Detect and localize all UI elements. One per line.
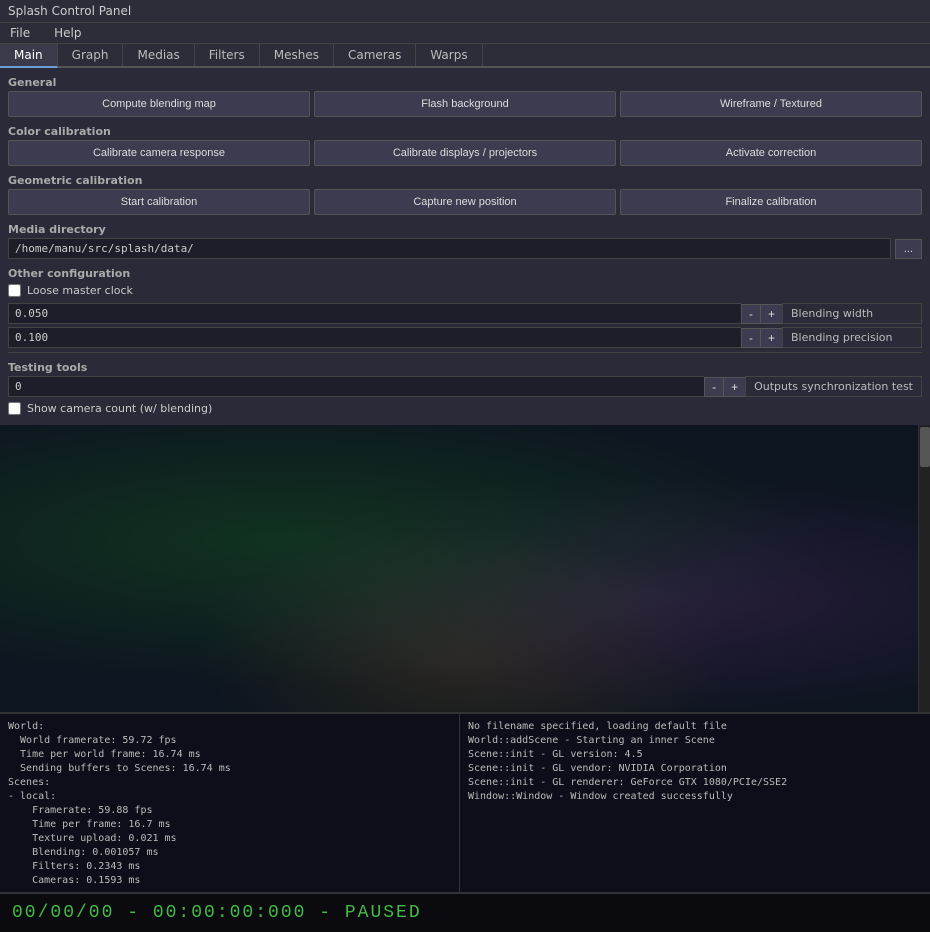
capture-position-button[interactable]: Capture new position xyxy=(314,189,616,215)
compute-blending-button[interactable]: Compute blending map xyxy=(8,91,310,117)
log-right: No filename specified, loading default f… xyxy=(460,714,930,892)
general-buttons: Compute blending map Flash background Wi… xyxy=(8,91,922,117)
blending-width-minus[interactable]: - xyxy=(741,304,760,324)
log-left-line-0: World: xyxy=(8,720,451,734)
show-camera-count-label: Show camera count (w/ blending) xyxy=(27,402,212,415)
blending-precision-row: - + Blending precision xyxy=(8,327,922,348)
log-left-line-8: Texture upload: 0.021 ms xyxy=(8,832,451,846)
log-left-line-1: World framerate: 59.72 fps xyxy=(8,734,451,748)
general-label: General xyxy=(8,72,922,91)
sync-test-plus[interactable]: + xyxy=(723,377,745,397)
browse-button[interactable]: ... xyxy=(895,239,922,259)
color-calibration-buttons: Calibrate camera response Calibrate disp… xyxy=(8,140,922,166)
log-left-line-7: Time per frame: 16.7 ms xyxy=(8,818,451,832)
tab-meshes[interactable]: Meshes xyxy=(260,44,334,66)
loose-master-clock-checkbox[interactable] xyxy=(8,284,21,297)
blending-precision-plus[interactable]: + xyxy=(760,328,782,348)
geometric-calibration-buttons: Start calibration Capture new position F… xyxy=(8,189,922,215)
preview-background xyxy=(0,425,930,712)
preview-area xyxy=(0,425,930,712)
log-left-line-2: Time per world frame: 16.74 ms xyxy=(8,748,451,762)
start-calibration-button[interactable]: Start calibration xyxy=(8,189,310,215)
media-directory-label: Media directory xyxy=(8,219,922,238)
log-left-line-10: Filters: 0.2343 ms xyxy=(8,860,451,874)
finalize-calibration-button[interactable]: Finalize calibration xyxy=(620,189,922,215)
other-config-label: Other configuration xyxy=(8,263,922,282)
title-bar: Splash Control Panel xyxy=(0,0,930,23)
wireframe-textured-button[interactable]: Wireframe / Textured xyxy=(620,91,922,117)
activate-correction-button[interactable]: Activate correction xyxy=(620,140,922,166)
sync-test-label: Outputs synchronization test xyxy=(745,376,922,397)
tab-medias[interactable]: Medias xyxy=(123,44,194,66)
blending-width-row: - + Blending width xyxy=(8,303,922,324)
tab-main[interactable]: Main xyxy=(0,44,58,68)
log-right-line-4: Scene::init - GL renderer: GeForce GTX 1… xyxy=(468,776,922,790)
log-right-line-5: Window::Window - Window created successf… xyxy=(468,790,922,804)
blending-precision-minus[interactable]: - xyxy=(741,328,760,348)
log-right-line-1: World::addScene - Starting an inner Scen… xyxy=(468,734,922,748)
menu-help[interactable]: Help xyxy=(50,25,85,41)
sync-test-minus[interactable]: - xyxy=(704,377,723,397)
log-right-line-2: Scene::init - GL version: 4.5 xyxy=(468,748,922,762)
log-left-line-11: Cameras: 0.1593 ms xyxy=(8,874,451,888)
tab-bar: Main Graph Medias Filters Meshes Cameras… xyxy=(0,44,930,68)
tab-graph[interactable]: Graph xyxy=(58,44,124,66)
log-right-line-0: No filename specified, loading default f… xyxy=(468,720,922,734)
geometric-calibration-label: Geometric calibration xyxy=(8,170,922,189)
blending-precision-input[interactable] xyxy=(8,327,741,348)
color-calibration-label: Color calibration xyxy=(8,121,922,140)
control-panel: General Compute blending map Flash backg… xyxy=(0,68,930,425)
log-left: World: World framerate: 59.72 fps Time p… xyxy=(0,714,460,892)
show-camera-count-checkbox[interactable] xyxy=(8,402,21,415)
tab-cameras[interactable]: Cameras xyxy=(334,44,416,66)
window-title: Splash Control Panel xyxy=(8,4,131,18)
blending-width-input[interactable] xyxy=(8,303,741,324)
blending-width-plus[interactable]: + xyxy=(760,304,782,324)
menu-bar: File Help xyxy=(0,23,930,44)
log-left-line-6: Framerate: 59.88 fps xyxy=(8,804,451,818)
loose-master-clock-row: Loose master clock xyxy=(8,282,922,299)
bottom-panel: World: World framerate: 59.72 fps Time p… xyxy=(0,712,930,892)
media-directory-row: ... xyxy=(8,238,922,259)
show-camera-count-row: Show camera count (w/ blending) xyxy=(8,400,922,417)
sync-test-input[interactable] xyxy=(8,376,704,397)
blending-width-label: Blending width xyxy=(782,303,922,324)
log-right-line-3: Scene::init - GL vendor: NVIDIA Corporat… xyxy=(468,762,922,776)
calibrate-camera-button[interactable]: Calibrate camera response xyxy=(8,140,310,166)
status-text: 00/00/00 - 00:00:00:000 - PAUSED xyxy=(12,903,422,923)
tab-filters[interactable]: Filters xyxy=(195,44,260,66)
flash-background-button[interactable]: Flash background xyxy=(314,91,616,117)
media-path-input[interactable] xyxy=(8,238,891,259)
scrollbar-thumb[interactable] xyxy=(920,427,930,467)
log-left-line-9: Blending: 0.001057 ms xyxy=(8,846,451,860)
log-left-line-3: Sending buffers to Scenes: 16.74 ms xyxy=(8,762,451,776)
sync-test-row: - + Outputs synchronization test xyxy=(8,376,922,397)
blending-precision-label: Blending precision xyxy=(782,327,922,348)
right-scrollbar[interactable] xyxy=(918,425,930,712)
status-bar: 00/00/00 - 00:00:00:000 - PAUSED xyxy=(0,892,930,932)
testing-tools-label: Testing tools xyxy=(8,357,922,376)
menu-file[interactable]: File xyxy=(6,25,34,41)
calibrate-displays-button[interactable]: Calibrate displays / projectors xyxy=(314,140,616,166)
log-left-line-5: - local: xyxy=(8,790,451,804)
loose-master-clock-label: Loose master clock xyxy=(27,284,133,297)
app: Splash Control Panel File Help Main Grap… xyxy=(0,0,930,932)
tab-warps[interactable]: Warps xyxy=(416,44,482,66)
divider-1 xyxy=(8,352,922,353)
log-left-line-4: Scenes: xyxy=(8,776,451,790)
